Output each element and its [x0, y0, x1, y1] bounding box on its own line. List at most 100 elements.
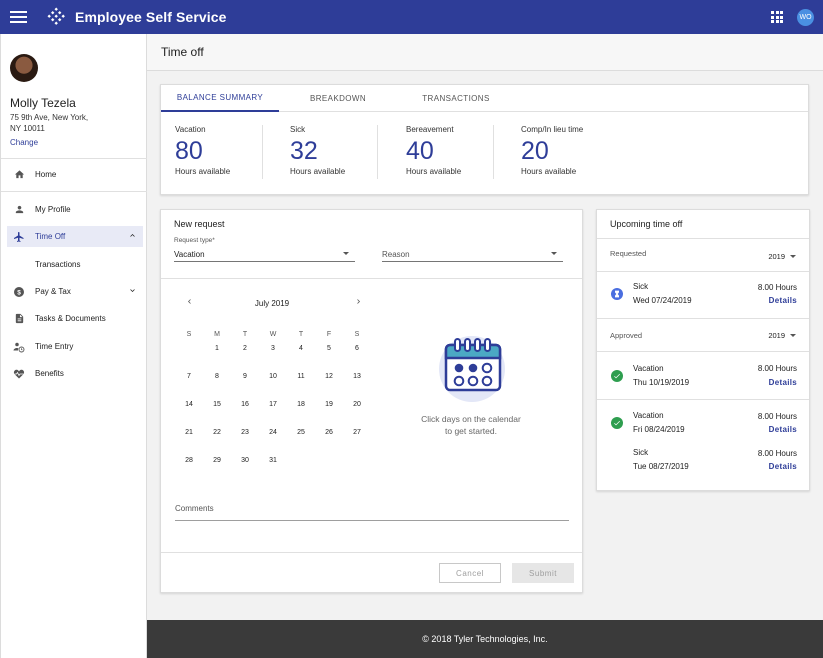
- menu-icon[interactable]: [10, 10, 30, 24]
- requested-year-select[interactable]: 2019: [768, 252, 796, 261]
- time-off-date: Thu 10/19/2019: [633, 378, 690, 387]
- balance-sub: Hours available: [290, 167, 346, 176]
- balance-sick: Sick 32 Hours available: [290, 125, 345, 176]
- calendar-day[interactable]: 23: [231, 418, 259, 446]
- time-off-type: Sick: [633, 448, 649, 457]
- comments-input[interactable]: [175, 520, 569, 521]
- submit-button[interactable]: Submit: [512, 563, 574, 583]
- details-link[interactable]: Details: [769, 462, 797, 471]
- request-type-select[interactable]: Vacation: [174, 247, 355, 262]
- calendar-day[interactable]: 13: [343, 362, 371, 390]
- sidebar-item-my-profile[interactable]: My Profile: [7, 199, 143, 220]
- person-icon: [13, 204, 25, 216]
- calendar-day[interactable]: 10: [259, 362, 287, 390]
- calendar-hint-line1: Click days on the calendar: [421, 414, 521, 424]
- change-profile-link[interactable]: Change: [10, 138, 38, 147]
- sidebar-item-pay-tax[interactable]: $ Pay & Tax: [7, 281, 143, 302]
- balance-label: Comp/In lieu time: [521, 125, 584, 134]
- calendar-day[interactable]: 5: [315, 334, 343, 362]
- calendar-day[interactable]: 7: [175, 362, 203, 390]
- calendar-day[interactable]: 22: [203, 418, 231, 446]
- new-request-title: New request: [174, 219, 225, 229]
- approved-year-select[interactable]: 2019: [768, 331, 796, 340]
- sidebar-item-label: Transactions: [35, 260, 81, 269]
- time-off-date: Fri 08/24/2019: [633, 425, 685, 434]
- divider: [597, 238, 809, 239]
- calendar-day[interactable]: 3: [259, 334, 287, 362]
- dropdown-arrow-icon: [790, 255, 796, 258]
- calendar-day[interactable]: 25: [287, 418, 315, 446]
- approved-section-label: Approved: [610, 331, 643, 340]
- calendar-day[interactable]: 24: [259, 418, 287, 446]
- reason-placeholder: Reason: [382, 249, 410, 259]
- heart-pulse-icon: [13, 368, 25, 380]
- calendar-day[interactable]: 1: [203, 334, 231, 362]
- calendar-day[interactable]: 31: [259, 446, 287, 474]
- balance-summary-card: BALANCE SUMMARY BREAKDOWN TRANSACTIONS V…: [160, 84, 809, 195]
- calendar-day[interactable]: 19: [315, 390, 343, 418]
- sidebar-item-transactions[interactable]: Transactions: [7, 254, 143, 275]
- calendar-day[interactable]: 18: [287, 390, 315, 418]
- details-link[interactable]: Details: [769, 425, 797, 434]
- calendar-day[interactable]: 8: [203, 362, 231, 390]
- calendar-day[interactable]: 9: [231, 362, 259, 390]
- calendar-day[interactable]: 6: [343, 334, 371, 362]
- sidebar-item-benefits[interactable]: Benefits: [7, 363, 143, 384]
- calendar-day[interactable]: 27: [343, 418, 371, 446]
- details-link[interactable]: Details: [769, 296, 797, 305]
- tab-transactions[interactable]: TRANSACTIONS: [397, 85, 515, 112]
- calendar-day[interactable]: 12: [315, 362, 343, 390]
- tab-breakdown[interactable]: BREAKDOWN: [279, 85, 397, 112]
- sidebar-item-label: Tasks & Documents: [35, 314, 106, 323]
- chevron-right-icon: [357, 299, 360, 304]
- sidebar-item-tasks-documents[interactable]: Tasks & Documents: [7, 308, 143, 329]
- home-icon: [13, 169, 25, 181]
- time-off-type: Sick: [633, 282, 649, 291]
- balance-vacation: Vacation 80 Hours available: [175, 125, 230, 176]
- calendar-day[interactable]: 16: [231, 390, 259, 418]
- previous-month-button[interactable]: [185, 297, 194, 309]
- calendar-day[interactable]: 14: [175, 390, 203, 418]
- calendar-day[interactable]: 21: [175, 418, 203, 446]
- calendar-day[interactable]: 28: [175, 446, 203, 474]
- chevron-down-icon: [128, 286, 137, 297]
- profile-address: 75 9th Ave, New York, NY 10011: [10, 112, 110, 134]
- calendar-day[interactable]: 11: [287, 362, 315, 390]
- balance-sub: Hours available: [521, 167, 577, 176]
- sidebar: Molly Tezela 75 9th Ave, New York, NY 10…: [0, 34, 147, 658]
- calendar-hint-line2: to get started.: [445, 426, 497, 436]
- calendar-illustration: [439, 336, 505, 402]
- sidebar-item-label: Time Entry: [35, 342, 74, 351]
- calendar-day[interactable]: 26: [315, 418, 343, 446]
- check-circle-icon: [611, 370, 623, 382]
- time-off-hours: 8.00 Hours: [757, 364, 797, 373]
- reason-select[interactable]: Reason: [382, 247, 563, 262]
- sidebar-item-home[interactable]: Home: [7, 164, 143, 185]
- profile-address-line1: 75 9th Ave, New York,: [10, 113, 89, 122]
- chevron-up-icon: [128, 231, 137, 242]
- calendar-day[interactable]: 17: [259, 390, 287, 418]
- calendar-day[interactable]: 20: [343, 390, 371, 418]
- sidebar-item-time-off[interactable]: Time Off: [7, 226, 143, 247]
- cancel-button[interactable]: Cancel: [439, 563, 501, 583]
- calendar-day[interactable]: 29: [203, 446, 231, 474]
- calendar-day[interactable]: 30: [231, 446, 259, 474]
- dollar-icon: $: [13, 286, 25, 298]
- divider: [1, 158, 147, 159]
- sidebar-item-label: Benefits: [35, 369, 64, 378]
- details-link[interactable]: Details: [769, 378, 797, 387]
- balance-value: 40: [406, 137, 434, 165]
- next-month-button[interactable]: [354, 297, 363, 309]
- pending-icon: [611, 288, 623, 300]
- user-avatar[interactable]: WO: [797, 9, 814, 26]
- balance-tabs: BALANCE SUMMARY BREAKDOWN TRANSACTIONS: [161, 85, 808, 112]
- airplane-icon: [13, 231, 25, 243]
- calendar-day[interactable]: 15: [203, 390, 231, 418]
- sidebar-item-time-entry[interactable]: Time Entry: [7, 336, 143, 357]
- calendar-day[interactable]: 2: [231, 334, 259, 362]
- divider: [161, 552, 582, 553]
- tab-balance-summary[interactable]: BALANCE SUMMARY: [161, 85, 279, 112]
- calendar-day[interactable]: 4: [287, 334, 315, 362]
- apps-grid-icon[interactable]: [771, 11, 783, 23]
- page-header: Time off: [147, 34, 823, 71]
